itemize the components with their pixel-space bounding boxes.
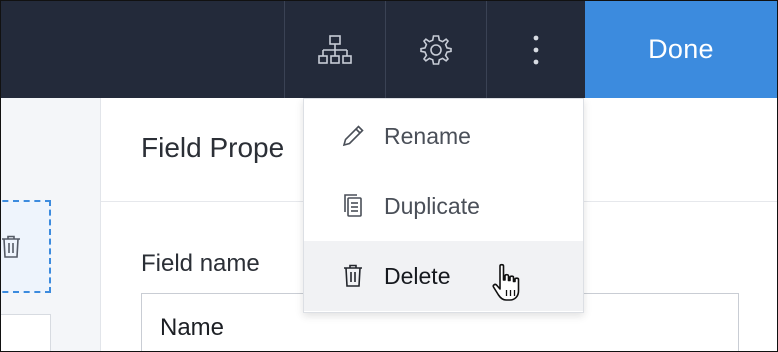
copy-icon <box>344 194 362 217</box>
done-button[interactable]: Done <box>585 1 777 98</box>
form-canvas <box>1 98 101 351</box>
settings-button[interactable] <box>386 1 485 98</box>
panel-title: Field Prope <box>141 132 285 163</box>
trash-icon <box>344 264 362 287</box>
sitemap-button[interactable] <box>285 1 384 98</box>
hand-pointer-icon <box>492 263 520 301</box>
sitemap-icon <box>317 34 352 64</box>
menu-item-rename[interactable]: Rename <box>304 101 583 171</box>
trash-icon[interactable] <box>1 235 21 259</box>
menu-item-label: Delete <box>384 262 451 289</box>
menu-item-delete[interactable]: Delete <box>304 241 583 311</box>
more-options-button[interactable] <box>487 1 585 98</box>
selected-field-card[interactable] <box>1 200 51 293</box>
gear-icon <box>419 34 452 65</box>
app-frame: Done Field Prope Field name Name Rename … <box>0 0 778 352</box>
pencil-icon <box>342 125 364 147</box>
field-card[interactable] <box>1 314 51 351</box>
more-vertical-icon <box>533 35 539 64</box>
field-name-label: Field name <box>141 250 260 277</box>
top-toolbar: Done <box>1 1 777 98</box>
menu-item-duplicate[interactable]: Duplicate <box>304 171 583 241</box>
menu-item-label: Rename <box>384 122 471 149</box>
more-options-menu: Rename Duplicate Delete <box>303 98 584 313</box>
menu-item-label: Duplicate <box>384 192 480 219</box>
